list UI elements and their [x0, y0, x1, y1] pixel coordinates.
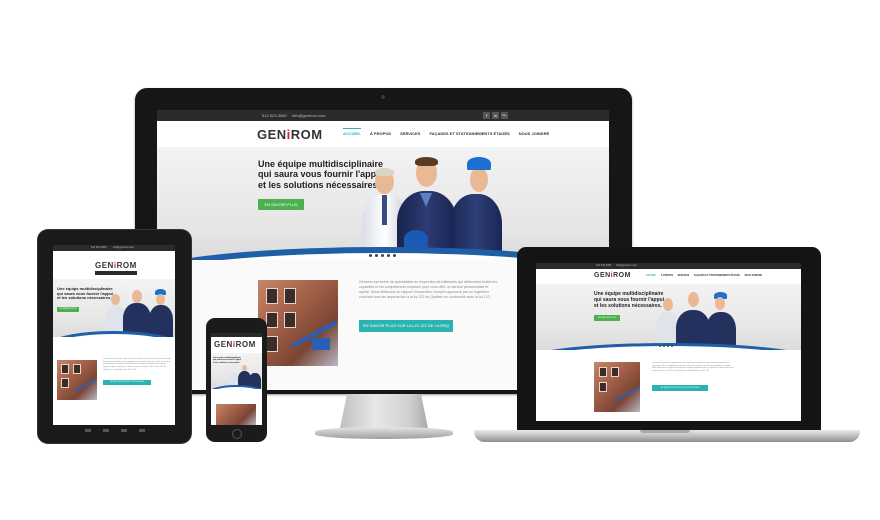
tablet-hero-headline: Une équipe multidisciplinaire qui saura v… [57, 286, 114, 301]
tablet-loi-button[interactable]: EN SAVOIR PLUS SUR LA LOI 122 DE LA RBQ [103, 380, 151, 385]
monitor-foot [315, 427, 453, 439]
laptop-cta-button[interactable]: EN SAVOIR PLUS [594, 315, 620, 321]
laptop-building-image [594, 362, 640, 412]
linkedin-icon[interactable]: in [492, 112, 499, 119]
nav-item-a-propos[interactable]: À PROPOS [370, 131, 391, 136]
laptop-slider-dots[interactable] [659, 345, 673, 347]
laptop-logo[interactable]: GENiROM [594, 272, 631, 279]
facebook-icon[interactable]: f [483, 112, 490, 119]
laptop-topbar-email[interactable]: info@genirom.com [616, 264, 637, 267]
nav-item-accueil[interactable]: ACCUEIL [343, 128, 361, 136]
topbar-phone[interactable]: 514 523-3080 [262, 113, 287, 118]
phone-hero-headline: Une équipe multidisciplinaire qui saura v… [213, 357, 242, 364]
tablet-building-image [57, 360, 97, 400]
tablet-paragraph: Genirom est formé de spécialistes en ins… [103, 358, 171, 371]
laptop-nav-facades[interactable]: FAÇADES ET STATIONNEMENTS ÉTAGÉS [694, 275, 740, 277]
tablet-menu-bar[interactable] [95, 271, 137, 275]
monitor-neck [340, 394, 428, 428]
content-paragraph: Genirom est formé de spécialistes en ins… [359, 280, 498, 299]
hero-headline: Une équipe multidisciplinaire qui saura v… [258, 159, 385, 190]
nav-item-facades[interactable]: FAÇADES ET STATIONNEMENTS ÉTAGÉS [429, 131, 509, 136]
laptop-paragraph: Genirom est formé de spécialistes en ins… [652, 362, 734, 373]
building-image [258, 280, 338, 366]
topbar-email[interactable]: info@genirom.com [292, 113, 326, 118]
tablet-topbar-email[interactable]: info@genirom.com [113, 246, 134, 249]
hero-cta-button[interactable]: EN SAVOIR PLUS [258, 199, 304, 210]
phone-home-button[interactable] [232, 429, 242, 439]
desktop-topbar: 514 523-3080 info@genirom.com f in G+ [157, 110, 609, 121]
laptop-nav-nous-joindre[interactable]: NOUS JOINDRE [745, 275, 763, 277]
nav-item-nous-joindre[interactable]: NOUS JOINDRE [519, 131, 549, 136]
monitor-camera [381, 95, 385, 99]
phone-building-image [216, 404, 256, 425]
loi-122-button[interactable]: EN SAVOIR PLUS SUR LA LOI 122 DE LA RBQ [359, 320, 453, 332]
tablet-nav-keys[interactable] [85, 429, 145, 433]
laptop-nav-a-propos[interactable]: À PROPOS [661, 275, 673, 277]
nav-item-services[interactable]: SERVICES [400, 131, 420, 136]
laptop-loi-button[interactable]: EN SAVOIR PLUS SUR LA LOI 122 DE LA RBQ [652, 385, 708, 391]
laptop-nav-services[interactable]: SERVICES [678, 275, 690, 277]
hard-hat-icon [467, 157, 491, 170]
laptop-topbar-phone[interactable]: 514 523-3080 [596, 264, 611, 267]
phone-logo[interactable]: GENiROM [214, 340, 256, 349]
laptop-notch [640, 430, 690, 433]
desktop-nav: GENiROM ACCUEIL À PROPOS SERVICES FAÇADE… [157, 121, 609, 148]
tablet-screen: 514 523-3080 info@genirom.com GENiROM Un… [53, 245, 175, 425]
slider-dots[interactable] [369, 254, 396, 257]
tablet-topbar-phone[interactable]: 514 523-3080 [91, 246, 106, 249]
tablet-cta-button[interactable]: EN SAVOIR PLUS [57, 307, 79, 312]
googleplus-icon[interactable]: G+ [501, 112, 508, 119]
laptop-nav-accueil[interactable]: ACCUEIL [646, 275, 656, 277]
phone-screen: GENiROM Une équipe multidisciplinaire qui… [211, 333, 262, 425]
desktop-hero: Une équipe multidisciplinaire qui saura v… [157, 147, 609, 260]
laptop-hero-headline: Une équipe multidisciplinaire qui saura v… [594, 291, 665, 309]
tablet-logo[interactable]: GENiROM [95, 261, 137, 270]
laptop-screen: 514 523-3080 info@genirom.com GENiROM AC… [536, 263, 801, 421]
site-logo[interactable]: GENiROM [257, 127, 323, 142]
